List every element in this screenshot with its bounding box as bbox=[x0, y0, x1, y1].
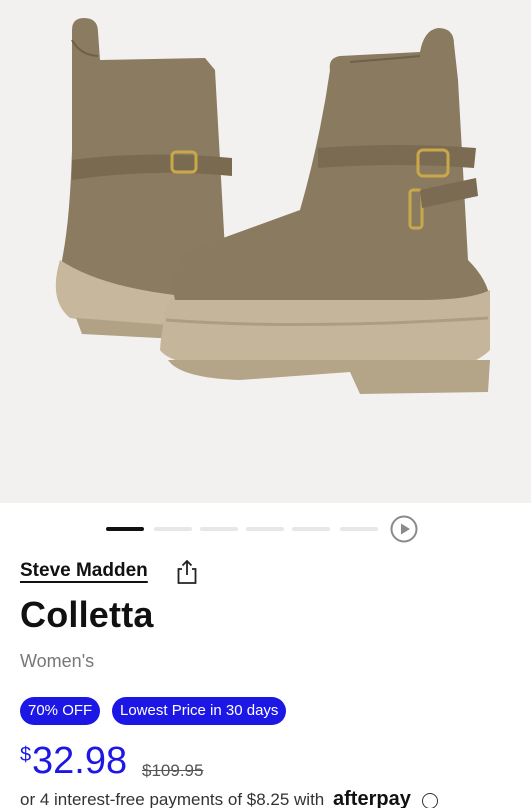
current-price: 32.98 bbox=[32, 740, 128, 782]
image-carousel-indicator[interactable] bbox=[0, 503, 531, 555]
product-gender: Women's bbox=[20, 651, 95, 671]
carousel-dot-1[interactable] bbox=[106, 527, 144, 531]
brand-link[interactable]: Steve Madden bbox=[20, 560, 148, 582]
discount-badge: 70% OFF bbox=[20, 697, 101, 725]
lowest-price-badge: Lowest Price in 30 days bbox=[112, 697, 287, 725]
boots-illustration bbox=[55, 18, 490, 394]
afterpay-logo: afterpay bbox=[333, 788, 411, 808]
afterpay-line[interactable]: or 4 interest-free payments of $8.25 wit… bbox=[20, 788, 520, 808]
info-icon[interactable] bbox=[421, 792, 438, 808]
original-price: $109.95 bbox=[142, 761, 204, 780]
carousel-dot-6[interactable] bbox=[340, 527, 378, 531]
product-title: Colletta bbox=[20, 594, 154, 635]
carousel-dot-3[interactable] bbox=[200, 527, 238, 531]
carousel-dot-2[interactable] bbox=[154, 527, 192, 531]
product-image[interactable] bbox=[0, 0, 531, 503]
currency-symbol: $ bbox=[20, 744, 32, 766]
carousel-dot-5[interactable] bbox=[292, 527, 330, 531]
afterpay-text: or 4 interest-free payments of $8.25 wit… bbox=[20, 790, 325, 808]
share-icon[interactable] bbox=[176, 559, 198, 585]
carousel-dot-4[interactable] bbox=[246, 527, 284, 531]
play-circle-icon[interactable] bbox=[390, 515, 418, 543]
